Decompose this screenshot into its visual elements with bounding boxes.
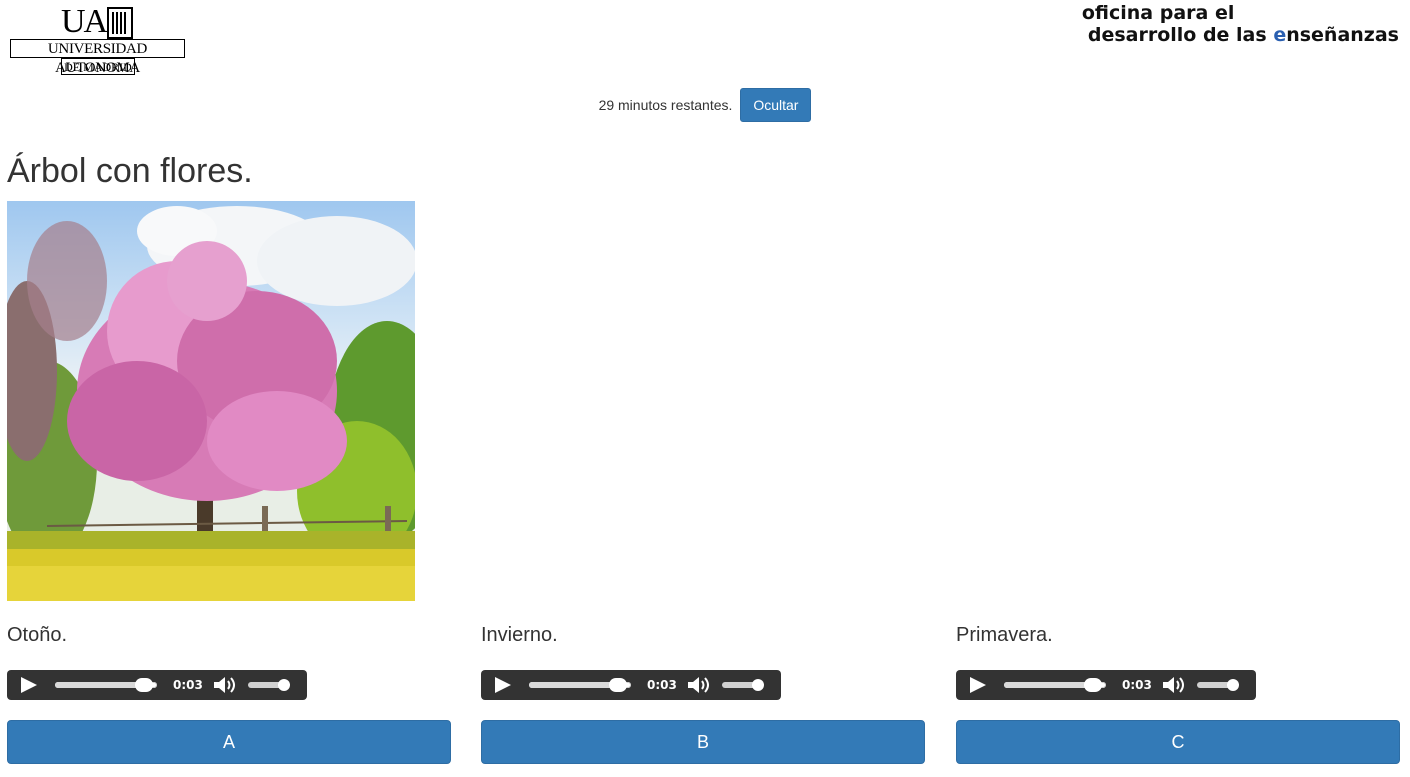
uam-logo-letters: UA [61, 3, 108, 40]
seek-bar[interactable] [55, 678, 157, 692]
seek-bar[interactable] [1004, 678, 1106, 692]
audio-player: 0:03 [481, 670, 781, 700]
option-label: Primavera. [956, 624, 1053, 646]
uam-logo-mark: UA [61, 3, 134, 40]
ode-logo-e: e [1273, 24, 1287, 46]
uam-logo-m-icon [107, 7, 134, 39]
time-display: 0:03 [647, 678, 677, 692]
option-b: Invierno. 0:03 B [481, 620, 925, 764]
question-title: Árbol con flores. [7, 152, 253, 190]
seek-handle[interactable] [1083, 678, 1102, 692]
flowering-tree-image [7, 206, 415, 601]
volume-icon[interactable] [1162, 676, 1186, 694]
answer-button-b[interactable]: B [481, 720, 925, 764]
volume-handle[interactable] [752, 679, 764, 691]
option-label: Otoño. [7, 624, 68, 646]
volume-slider[interactable] [1197, 679, 1239, 691]
ode-logo-line2-start: desarrollo de las [1087, 24, 1274, 46]
seek-fill [1004, 682, 1094, 688]
play-icon[interactable] [495, 677, 511, 693]
timer-bar: 29 minutos restantes. Ocultar [0, 88, 1410, 122]
ode-logo-line2: desarrollo de las enseñanzas [1082, 24, 1399, 46]
seek-fill [55, 682, 145, 688]
option-a: Otoño. 0:03 A [7, 620, 451, 764]
answer-button-a[interactable]: A [7, 720, 451, 764]
seek-handle[interactable] [608, 678, 627, 692]
audio-player: 0:03 [956, 670, 1256, 700]
option-label: Invierno. [481, 624, 558, 646]
seek-fill [529, 682, 619, 688]
volume-handle[interactable] [1227, 679, 1239, 691]
time-display: 0:03 [173, 678, 203, 692]
seek-handle[interactable] [134, 678, 153, 692]
play-icon[interactable] [970, 677, 986, 693]
uam-logo-name: UNIVERSIDAD AUTONOMA [10, 39, 185, 76]
ode-logo: oficina para el desarrollo de las enseña… [1082, 2, 1399, 46]
question-image [7, 201, 415, 601]
play-icon[interactable] [21, 677, 37, 693]
uam-logo-city: DE MADRID [61, 58, 135, 75]
hide-timer-button[interactable]: Ocultar [740, 88, 812, 122]
volume-icon[interactable] [687, 676, 711, 694]
option-c: Primavera. 0:03 C [956, 620, 1400, 764]
ode-logo-line1: oficina para el [1081, 2, 1235, 24]
uam-logo: UA UNIVERSIDAD AUTONOMA DE MADRID [9, 5, 189, 77]
audio-player: 0:03 [7, 670, 307, 700]
timer-text: 29 minutos restantes. [598, 97, 733, 113]
answer-button-c[interactable]: C [956, 720, 1400, 764]
seek-bar[interactable] [529, 678, 631, 692]
time-display: 0:03 [1122, 678, 1152, 692]
ode-logo-line2-end: nseñanzas [1286, 24, 1399, 46]
volume-slider[interactable] [722, 679, 764, 691]
volume-slider[interactable] [248, 679, 290, 691]
volume-handle[interactable] [278, 679, 290, 691]
volume-icon[interactable] [213, 676, 237, 694]
